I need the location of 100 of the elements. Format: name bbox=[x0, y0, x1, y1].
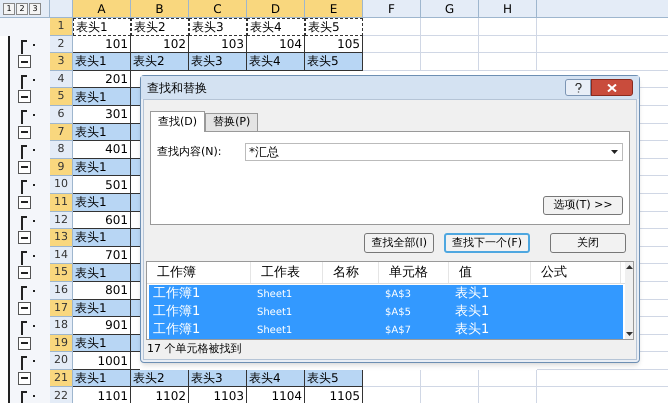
close-button[interactable] bbox=[591, 79, 633, 96]
row-header[interactable]: 18 bbox=[50, 317, 73, 335]
row-header[interactable]: 7 bbox=[50, 124, 73, 142]
results-column-header[interactable]: 工作表 bbox=[251, 262, 323, 283]
row-header[interactable]: 9 bbox=[50, 158, 73, 176]
row-header[interactable]: 17 bbox=[50, 300, 73, 318]
row-header[interactable]: 6 bbox=[50, 106, 73, 124]
close-icon bbox=[607, 84, 617, 92]
collapse-button[interactable] bbox=[18, 302, 31, 314]
outline-level-button[interactable]: 3 bbox=[29, 2, 41, 14]
collapse-button[interactable] bbox=[18, 55, 31, 68]
table-cell: 表头2 bbox=[131, 370, 189, 388]
dialog-button[interactable]: 关闭 bbox=[550, 233, 626, 253]
row-header[interactable]: 1 bbox=[50, 18, 73, 36]
row-header[interactable]: 4 bbox=[50, 70, 73, 88]
table-cell: 表头1 bbox=[73, 264, 131, 282]
column-header[interactable]: F bbox=[363, 0, 421, 18]
table-cell: 101 bbox=[73, 36, 131, 54]
table-cell bbox=[363, 18, 421, 36]
results-column-header[interactable]: 单元格 bbox=[379, 262, 449, 283]
table-cell: 表头4 bbox=[247, 53, 305, 71]
table-cell bbox=[479, 370, 537, 388]
table-cell bbox=[421, 36, 479, 54]
result-cell-text: Sheet1 bbox=[257, 288, 292, 302]
outline-level-button[interactable]: 2 bbox=[16, 2, 28, 14]
result-cell-text: $A$7 bbox=[385, 324, 411, 338]
collapse-button[interactable] bbox=[18, 90, 31, 104]
scroll-up-icon bbox=[626, 265, 632, 269]
row-header[interactable]: 3 bbox=[50, 53, 73, 71]
status-text: 17 个单元格被找到 bbox=[147, 341, 242, 358]
collapse-button[interactable] bbox=[18, 231, 31, 244]
column-header[interactable]: C bbox=[189, 0, 247, 18]
row-header[interactable]: 10 bbox=[50, 176, 73, 194]
table-cell: 801 bbox=[73, 282, 131, 300]
result-cell-text: 工作簿1 bbox=[153, 285, 200, 304]
help-button[interactable] bbox=[565, 79, 591, 96]
table-cell bbox=[363, 370, 421, 388]
options-button[interactable]: 选项(T) >> bbox=[543, 196, 623, 215]
column-header[interactable]: A bbox=[73, 0, 131, 18]
scrollbar[interactable] bbox=[625, 262, 633, 339]
results-column-header[interactable]: 公式 bbox=[531, 262, 621, 283]
column-header[interactable]: E bbox=[305, 0, 363, 18]
row-header[interactable]: 21 bbox=[50, 370, 73, 388]
dialog-button[interactable]: 查找下一个(F) bbox=[444, 233, 530, 253]
row-header[interactable]: 13 bbox=[50, 229, 73, 247]
table-cell: 501 bbox=[73, 176, 131, 194]
table-cell bbox=[363, 36, 421, 54]
row-header[interactable]: 16 bbox=[50, 282, 73, 300]
table-cell: 102 bbox=[131, 36, 189, 54]
dialog-button[interactable]: 查找全部(I) bbox=[364, 233, 434, 253]
collapse-button[interactable] bbox=[18, 336, 31, 350]
row-header[interactable]: 20 bbox=[50, 352, 73, 370]
table-cell: 103 bbox=[189, 36, 247, 54]
table-cell bbox=[479, 53, 537, 71]
dropdown-icon bbox=[611, 150, 618, 154]
find-what-field[interactable]: *汇总 bbox=[245, 143, 623, 161]
collapse-button[interactable] bbox=[18, 126, 31, 139]
results-column-header[interactable]: 工作簿 bbox=[147, 262, 251, 283]
find-what-label: 查找内容(N): bbox=[157, 144, 223, 160]
table-cell: 201 bbox=[73, 70, 131, 88]
table-cell: 104 bbox=[247, 36, 305, 54]
collapse-button[interactable] bbox=[18, 266, 31, 280]
row-header[interactable]: 2 bbox=[50, 36, 73, 54]
row-header[interactable]: 12 bbox=[50, 212, 73, 230]
table-cell: 表头1 bbox=[73, 88, 131, 106]
collapse-button[interactable] bbox=[18, 372, 31, 385]
row-header[interactable]: 15 bbox=[50, 264, 73, 282]
column-header[interactable]: D bbox=[247, 0, 305, 18]
row-header[interactable]: 14 bbox=[50, 246, 73, 264]
result-cell-text: 表头1 bbox=[455, 303, 490, 322]
table-cell bbox=[479, 18, 537, 36]
table-cell: 901 bbox=[73, 317, 131, 335]
outline-level-button[interactable]: 1 bbox=[3, 2, 15, 14]
result-cell-text: Sheet1 bbox=[257, 306, 292, 320]
dialog-tab[interactable]: 替换(P) bbox=[205, 113, 258, 131]
result-cell-text: $A$3 bbox=[385, 288, 411, 302]
table-cell bbox=[363, 53, 421, 71]
dialog-title: 查找和替换 bbox=[147, 80, 207, 96]
table-cell: 表头1 bbox=[73, 300, 131, 318]
row-header[interactable]: 5 bbox=[50, 88, 73, 106]
row-header[interactable]: 11 bbox=[50, 194, 73, 212]
result-cell-text: $A$5 bbox=[385, 306, 411, 320]
table-cell bbox=[421, 53, 479, 71]
row-header[interactable]: 22 bbox=[50, 387, 73, 403]
row-header[interactable]: 8 bbox=[50, 141, 73, 159]
table-cell: 105 bbox=[305, 36, 363, 54]
collapse-button[interactable] bbox=[18, 196, 31, 209]
collapse-button[interactable] bbox=[18, 160, 31, 174]
dialog-tab[interactable]: 查找(D) bbox=[150, 111, 206, 132]
column-header[interactable]: H bbox=[479, 0, 537, 18]
table-cell: 表头1 bbox=[73, 53, 131, 71]
results-column-header[interactable]: 名称 bbox=[323, 262, 379, 283]
table-cell: 表头4 bbox=[247, 18, 305, 36]
column-header[interactable]: G bbox=[421, 0, 479, 18]
scroll-down-icon bbox=[626, 332, 632, 336]
result-cell-text: 表头1 bbox=[455, 321, 490, 339]
table-cell: 表头2 bbox=[131, 18, 189, 36]
results-column-header[interactable]: 值 bbox=[449, 262, 531, 283]
column-header[interactable]: B bbox=[131, 0, 189, 18]
row-header[interactable]: 19 bbox=[50, 334, 73, 352]
